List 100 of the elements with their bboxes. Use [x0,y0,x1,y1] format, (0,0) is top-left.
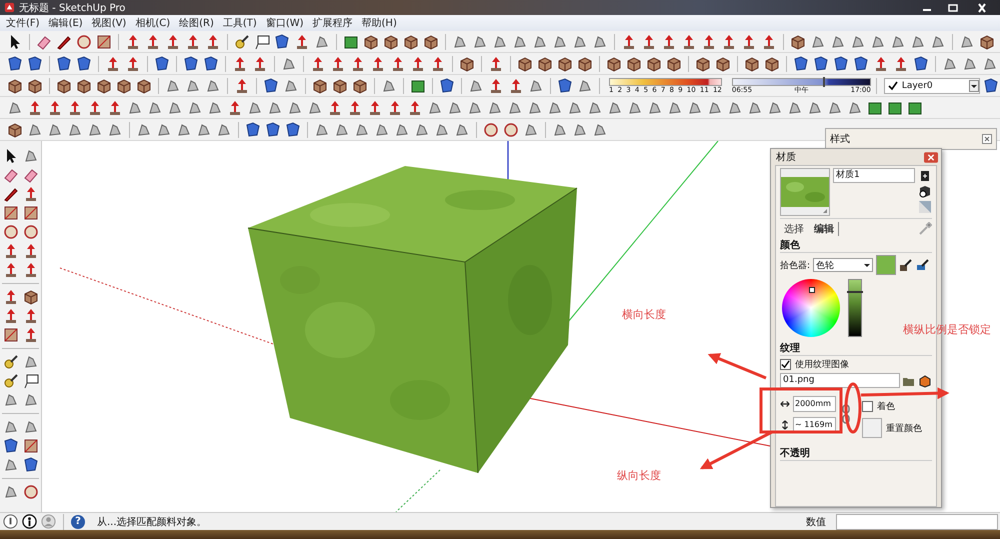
diagonal-swatch-icon[interactable] [918,200,932,214]
circle-icon[interactable] [482,120,500,138]
cube-icon[interactable] [645,54,663,72]
color-swatch[interactable] [876,255,896,275]
location-icon[interactable] [3,514,18,529]
reset-color-button[interactable] [862,418,882,438]
tape-icon[interactable] [2,372,20,390]
picker-label: 拾色器: [780,260,810,272]
cube-icon[interactable] [75,76,93,94]
menu-item[interactable]: 帮助(H) [360,16,404,30]
cube-icon[interactable] [22,288,40,306]
width-field[interactable]: 2000mm [793,396,836,412]
time-slider[interactable] [732,78,871,86]
eyedropper-icon[interactable] [899,258,914,272]
menu-item[interactable]: 扩展程序 [310,16,360,30]
cube-icon[interactable] [789,32,807,50]
value-field[interactable] [836,514,998,530]
circle-icon[interactable] [502,120,520,138]
cube-icon[interactable] [311,76,329,94]
help-button[interactable]: ? [71,514,85,528]
cube-icon[interactable] [6,76,24,94]
menu-item[interactable]: 工具(T) [220,16,264,30]
cube-icon[interactable] [516,54,534,72]
checkbox-label: 使用纹理图像 [795,358,849,371]
cube-icon[interactable] [625,54,643,72]
annotation-text: 横向长度 [622,308,666,321]
cube-icon[interactable] [402,32,420,50]
material-name-field[interactable]: 材质1 [833,168,915,183]
bucket-icon[interactable] [918,168,932,182]
axis-line [396,470,440,512]
section-heading: 颜色 [780,238,932,253]
cube-icon[interactable] [918,184,932,198]
value-label: 数值 [806,516,826,528]
shape-tool-icon[interactable] [2,437,20,455]
tape-icon[interactable] [233,32,251,50]
checkbox[interactable] [780,359,791,370]
menu-item[interactable]: 相机(C) [133,16,178,30]
cube-icon[interactable] [382,32,400,50]
cube-icon[interactable] [714,54,732,72]
cube-icon[interactable] [351,76,369,94]
cube-icon[interactable] [458,54,476,72]
annotation-text: 横纵比例是否锁定 [903,323,991,336]
cube-icon[interactable] [362,32,380,50]
cube-icon[interactable] [55,76,73,94]
annotation-arrow [708,353,767,380]
cube-icon[interactable] [115,76,133,94]
shape-tool-icon[interactable] [22,456,40,474]
cube-icon[interactable] [536,54,554,72]
menu-item[interactable]: 绘图(R) [177,16,221,30]
annotation-text: 纵向长度 [617,469,661,482]
person-icon[interactable] [22,514,37,529]
cube-icon[interactable] [665,54,683,72]
cube-icon[interactable] [556,54,574,72]
circle-icon[interactable] [75,32,93,50]
panel-tab[interactable]: 选择 [780,222,808,236]
text-tag-icon[interactable] [253,32,271,50]
square-icon[interactable] [95,32,113,50]
tape-icon[interactable] [2,353,20,371]
reset-color-label: 重置颜色 [886,422,922,434]
texture-file-field[interactable]: 01.png [780,373,900,388]
circle-icon[interactable] [22,223,40,241]
circle-icon[interactable] [2,223,20,241]
cube-icon[interactable] [918,374,932,388]
layer-dropdown[interactable]: Layer0 [884,78,980,94]
cube-icon[interactable] [576,54,594,72]
cube-icon[interactable] [694,54,712,72]
menu-item[interactable]: 编辑(E) [46,16,90,30]
cube-icon[interactable] [26,76,44,94]
panel-tab[interactable]: 编辑 [810,222,839,236]
cube-icon[interactable] [135,76,153,94]
chain-link-icon[interactable] [842,403,850,425]
cube-icon[interactable] [605,54,623,72]
square-icon[interactable] [2,204,20,222]
square-icon[interactable] [22,204,40,222]
picker-dropdown[interactable]: 色轮 [813,258,874,272]
cube-icon[interactable] [743,54,761,72]
cube-icon[interactable] [422,32,440,50]
cube-icon[interactable] [978,32,996,50]
checkbox[interactable] [862,401,873,412]
menu-item[interactable]: 视图(V) [90,16,134,30]
app-logo-icon [4,2,15,13]
eyedropper-icon[interactable] [916,258,930,272]
panel-title: 样式 [830,132,851,146]
menu-item[interactable]: 文件(F) [4,16,47,30]
cube-icon[interactable] [763,54,781,72]
caret-icon[interactable] [969,78,979,92]
texture-swatch [780,168,830,216]
square-icon[interactable] [2,326,20,344]
cube-icon[interactable] [95,76,113,94]
menu-item[interactable]: 窗口(W) [264,16,311,30]
panel-title: 材质 [776,150,797,164]
checkbox-label: 着色 [877,400,895,413]
cube-icon[interactable] [6,120,24,138]
text-tag-icon[interactable] [22,372,40,390]
brightness-slider[interactable] [848,279,862,337]
cube-icon[interactable] [331,76,349,94]
square-icon[interactable] [22,437,40,455]
vertical-arrow-icon [780,420,790,430]
circle-icon[interactable] [22,483,40,501]
section-heading: 不透明 [780,446,932,461]
